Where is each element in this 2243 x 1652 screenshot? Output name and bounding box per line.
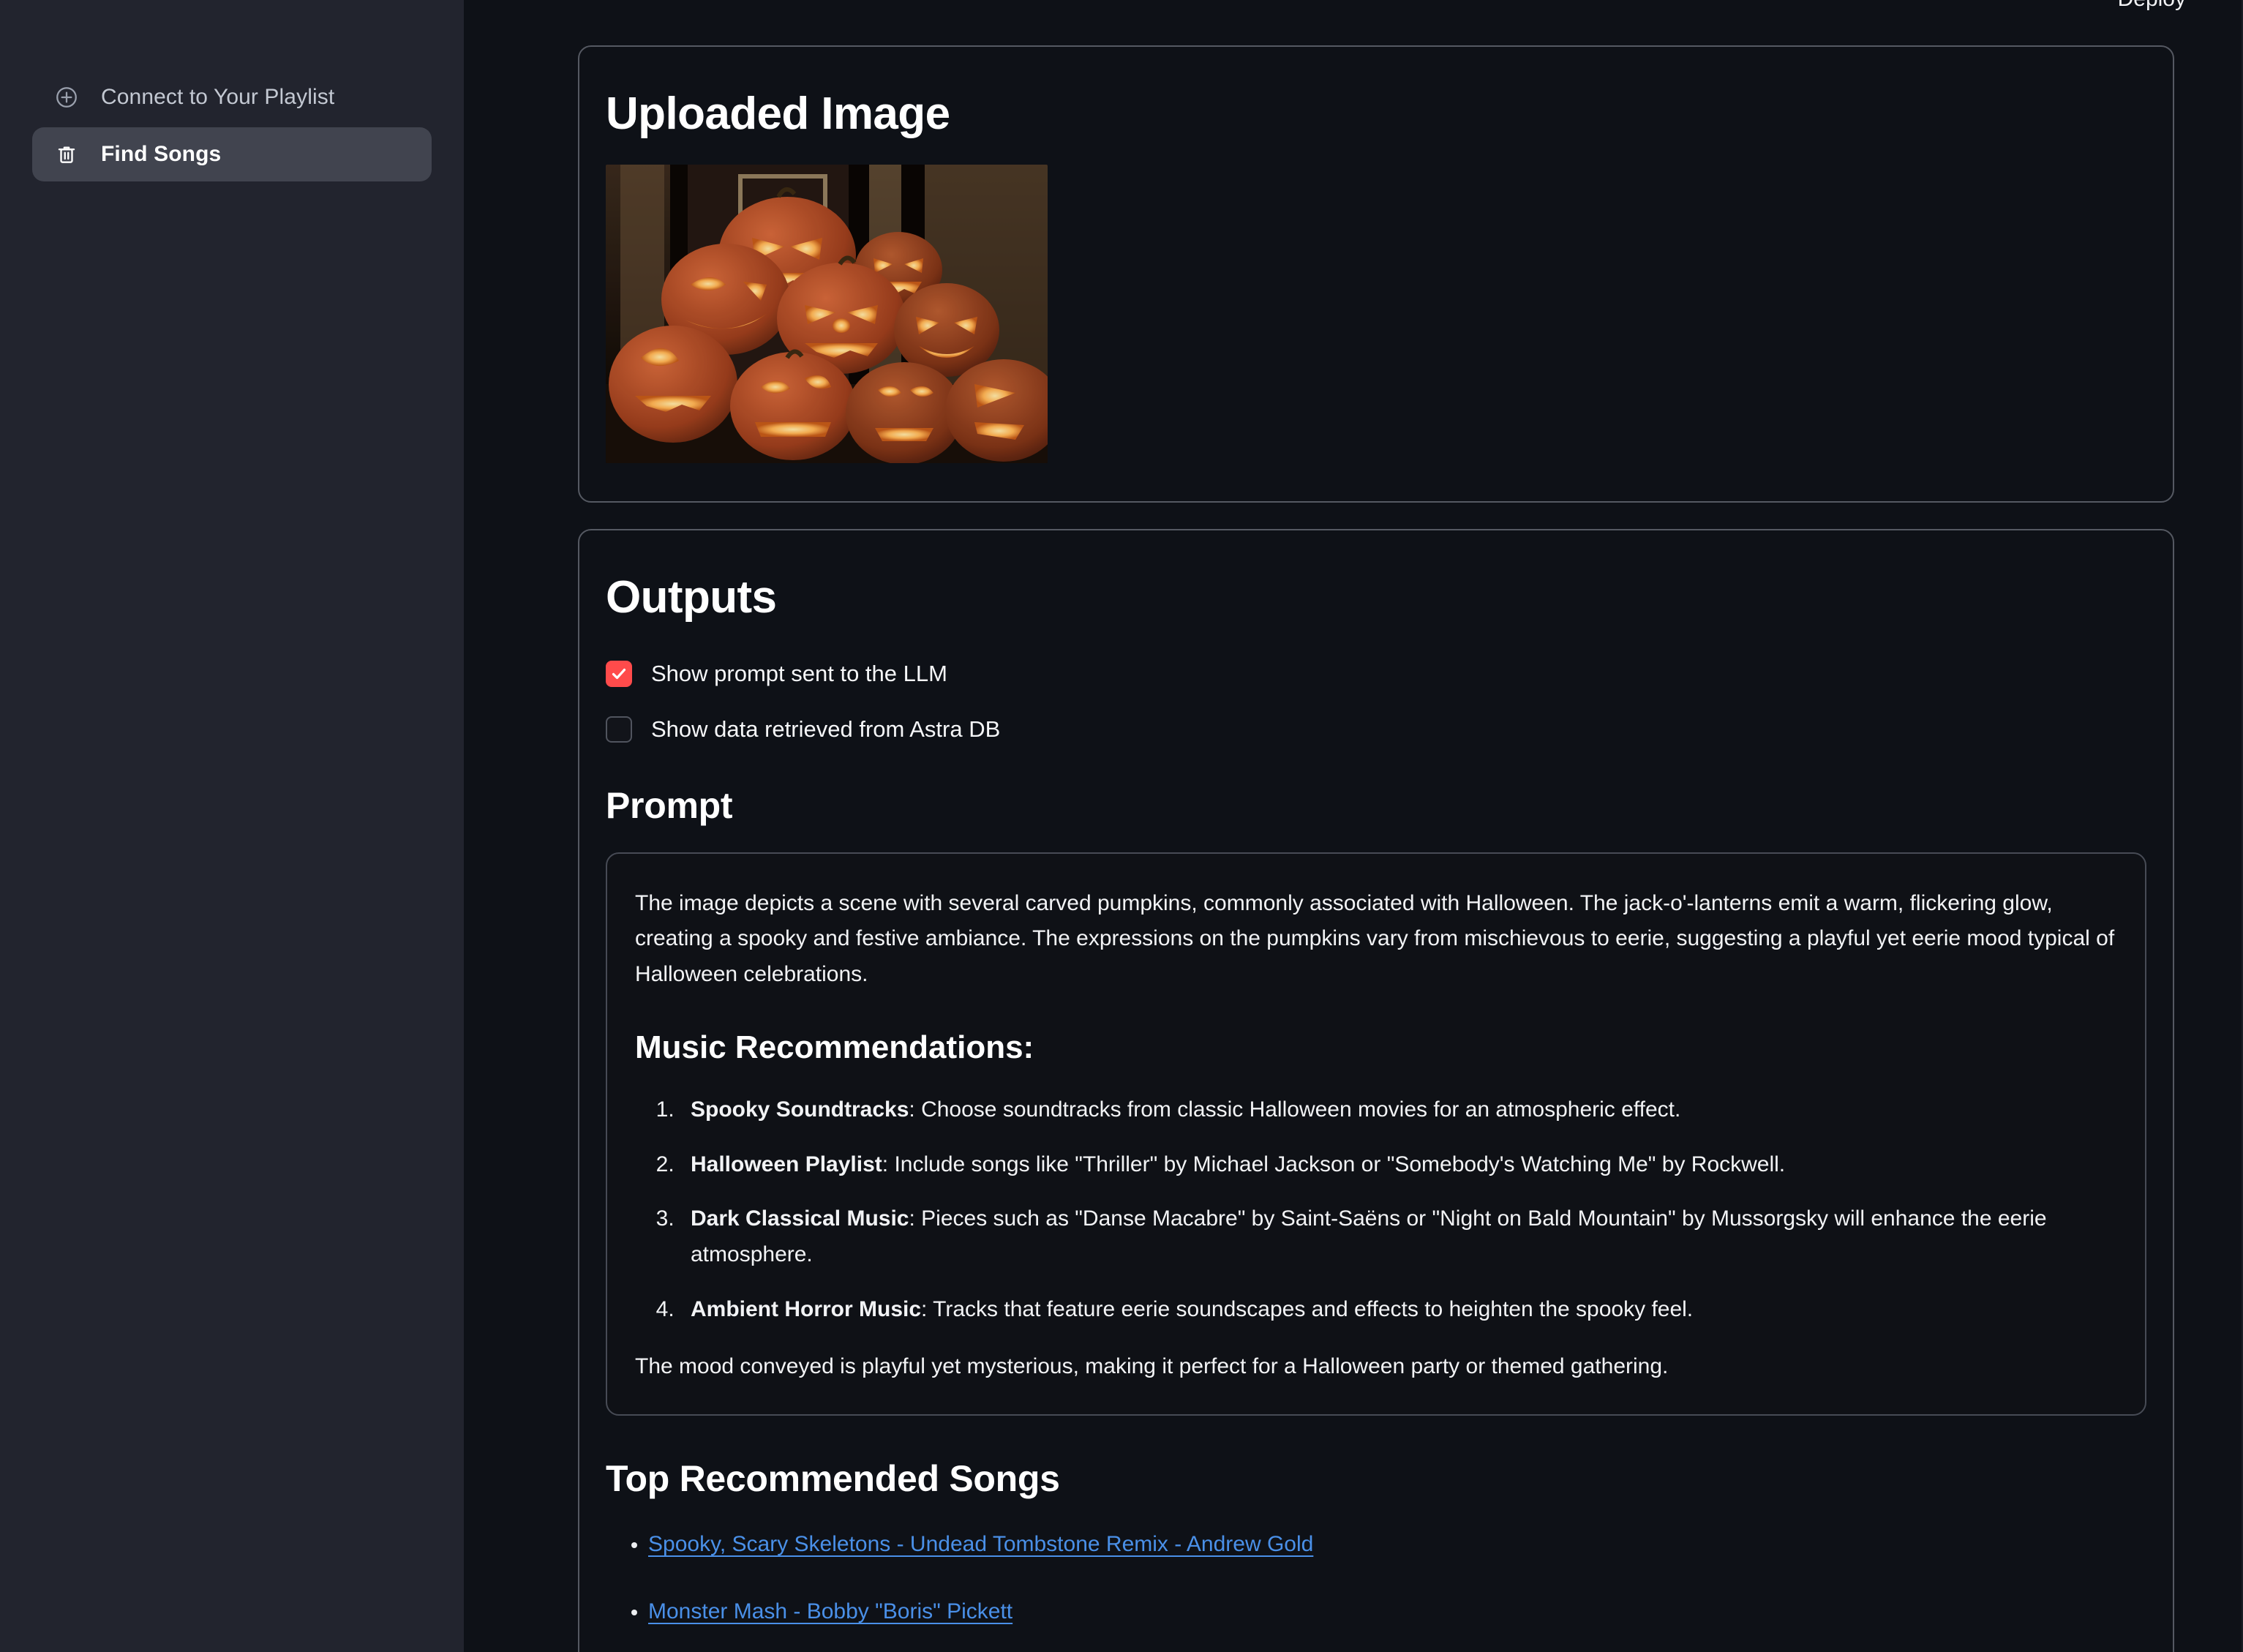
plus-circle-icon <box>54 85 79 110</box>
sidebar: Connect to Your Playlist Find Songs <box>0 0 464 1652</box>
checkbox-show-astra-data[interactable]: Show data retrieved from Astra DB <box>606 716 2146 743</box>
outputs-title: Outputs <box>606 572 777 623</box>
list-item: Halloween Playlist: Include songs like "… <box>680 1147 2117 1183</box>
check-icon <box>612 668 626 679</box>
recommendation-text: : Choose soundtracks from classic Hallow… <box>909 1097 1681 1122</box>
checkbox-indicator[interactable] <box>606 716 632 743</box>
sidebar-item-find-songs[interactable]: Find Songs <box>32 127 432 181</box>
song-link[interactable]: Spooky, Scary Skeletons - Undead Tombsto… <box>648 1532 1313 1556</box>
content-column: Uploaded Image Outputs Show prompt sent … <box>578 0 2174 1652</box>
list-item: Dark Classical Music: Pieces such as "Da… <box>680 1201 2117 1272</box>
recommendation-term: Ambient Horror Music <box>691 1296 922 1321</box>
checkbox-label: Show prompt sent to the LLM <box>651 661 947 687</box>
song-link[interactable]: Monster Mash - Bobby "Boris" Pickett <box>648 1599 1012 1623</box>
prompt-intro-text: The image depicts a scene with several c… <box>635 890 2115 986</box>
uploaded-image-card: Uploaded Image <box>578 45 2174 503</box>
top-recommended-songs-heading: Top Recommended Songs <box>606 1457 1060 1499</box>
recommendation-term: Dark Classical Music <box>691 1206 909 1231</box>
recommendation-term: Halloween Playlist <box>691 1152 882 1176</box>
list-item: Ambient Horror Music: Tracks that featur… <box>680 1292 2117 1328</box>
sidebar-item-label: Connect to Your Playlist <box>101 85 335 109</box>
sidebar-item-label: Find Songs <box>101 142 222 166</box>
music-recommendations-list: Spooky Soundtracks: Choose soundtracks f… <box>635 1092 2117 1327</box>
checkbox-show-prompt[interactable]: Show prompt sent to the LLM <box>606 660 2146 687</box>
recommendation-text: : Include songs like "Thriller" by Micha… <box>882 1152 1786 1176</box>
checkbox-indicator[interactable] <box>606 660 632 687</box>
list-item: Spooky Soundtracks: Choose soundtracks f… <box>680 1092 2117 1128</box>
uploaded-image-thumbnail[interactable] <box>606 165 1048 464</box>
prompt-outro-text: The mood conveyed is playful yet mysteri… <box>635 1354 1669 1379</box>
sidebar-item-connect-to-your-playlist[interactable]: Connect to Your Playlist <box>32 70 432 124</box>
recommendation-text: : Tracks that feature eerie soundscapes … <box>921 1296 1694 1321</box>
prompt-panel: The image depicts a scene with several c… <box>606 852 2146 1416</box>
jack-o-lanterns-illustration <box>606 165 1048 464</box>
prompt-heading: Prompt <box>606 784 733 826</box>
checkbox-label: Show data retrieved from Astra DB <box>651 716 1001 743</box>
music-recommendations-heading: Music Recommendations: <box>635 1029 1034 1066</box>
app-root: Connect to Your Playlist Find Songs Depl… <box>0 0 2243 1652</box>
list-item: Monster Mash - Bobby "Boris" Pickett <box>648 1599 2146 1625</box>
recommended-songs-list: Spooky, Scary Skeletons - Undead Tombsto… <box>606 1531 2146 1652</box>
list-item: Spooky, Scary Skeletons - Undead Tombsto… <box>648 1531 2146 1558</box>
trash-icon <box>54 142 79 167</box>
uploaded-image-title: Uploaded Image <box>606 89 950 139</box>
recommendation-term: Spooky Soundtracks <box>691 1097 909 1122</box>
main-content: Deploy Uploaded Image <box>464 0 2243 1652</box>
outputs-card: Outputs Show prompt sent to the LLM Show… <box>578 529 2174 1652</box>
